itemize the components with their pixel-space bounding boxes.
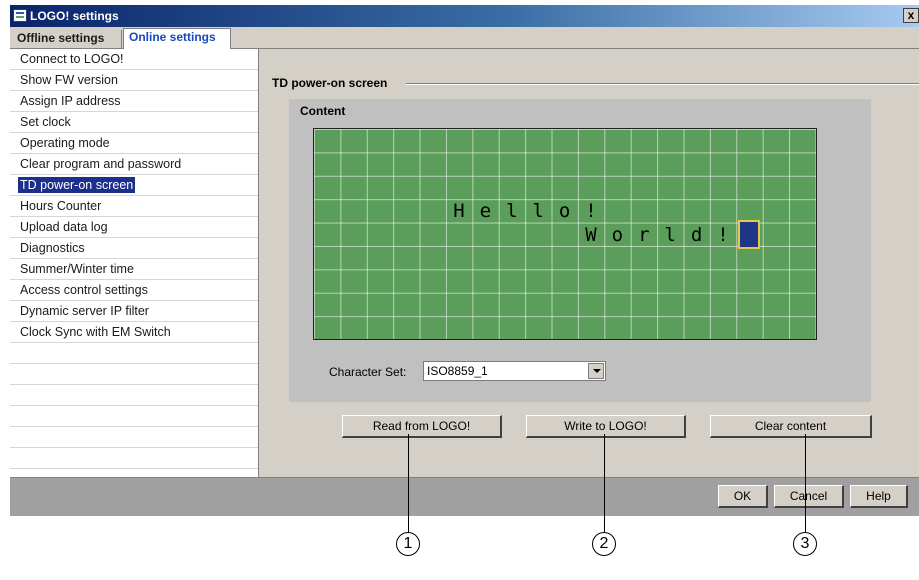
sidebar-item-fw-version[interactable]: Show FW version bbox=[10, 70, 258, 91]
tab-online-settings[interactable]: Online settings bbox=[123, 28, 231, 49]
sidebar-item-label: Hours Counter bbox=[20, 199, 102, 213]
cancel-button[interactable]: Cancel bbox=[774, 485, 844, 508]
display-char: d bbox=[690, 223, 703, 246]
window-title: LOGO! settings bbox=[30, 9, 119, 23]
display-char: l bbox=[664, 223, 676, 246]
sidebar-item-set-clock[interactable]: Set clock bbox=[10, 112, 258, 133]
sidebar-item-clock-sync[interactable]: Clock Sync with EM Switch bbox=[10, 322, 258, 343]
main-panel: TD power-on screen Content He l l o! Wo r l d! … bbox=[260, 49, 919, 477]
sidebar-item-hours-counter[interactable]: Hours Counter bbox=[10, 196, 258, 217]
charset-label: Character Set: bbox=[329, 365, 407, 379]
display-char: o bbox=[558, 200, 571, 223]
sidebar-item-label: TD power-on screen bbox=[18, 177, 136, 193]
chevron-down-icon[interactable] bbox=[588, 363, 604, 379]
sidebar-item-upload-data-log[interactable]: Upload data log bbox=[10, 217, 258, 238]
sidebar-item-label: Access control settings bbox=[20, 283, 148, 297]
sidebar-item-summer-winter-time[interactable]: Summer/Winter time bbox=[10, 259, 258, 280]
sidebar-item-dynamic-ip-filter[interactable]: Dynamic server IP filter bbox=[10, 301, 258, 322]
sidebar-item-access-control[interactable]: Access control settings bbox=[10, 280, 258, 301]
content-title: Content bbox=[300, 104, 346, 118]
sidebar-item-label: Clock Sync with EM Switch bbox=[20, 325, 171, 339]
callout-line-1 bbox=[408, 434, 409, 534]
sidebar-item-label: Assign IP address bbox=[20, 94, 121, 108]
display-char: o bbox=[611, 223, 624, 246]
sidebar-item-td-power-on-screen[interactable]: TD power-on screen bbox=[10, 175, 258, 196]
sidebar-item-connect[interactable]: Connect to LOGO! bbox=[10, 49, 258, 70]
tab-offline-settings[interactable]: Offline settings bbox=[12, 30, 122, 48]
sidebar-item-label: Connect to LOGO! bbox=[20, 52, 124, 66]
charset-value: ISO8859_1 bbox=[427, 364, 488, 378]
help-button[interactable]: Help bbox=[850, 485, 908, 508]
callout-2: 2 bbox=[592, 532, 616, 556]
display-char: ! bbox=[585, 200, 597, 223]
logo-app-icon bbox=[13, 9, 27, 22]
title-bar[interactable]: LOGO! settings x bbox=[10, 5, 919, 27]
sidebar-item-label: Dynamic server IP filter bbox=[20, 304, 149, 318]
read-from-logo-button[interactable]: Read from LOGO! bbox=[342, 415, 502, 438]
dialog-button-bar: OK Cancel Help bbox=[10, 477, 919, 516]
sidebar-empty-row bbox=[10, 343, 258, 364]
clear-content-button[interactable]: Clear content bbox=[710, 415, 872, 438]
display-char: H bbox=[453, 200, 465, 223]
sidebar-item-operating-mode[interactable]: Operating mode bbox=[10, 133, 258, 154]
sidebar-item-ip-address[interactable]: Assign IP address bbox=[10, 91, 258, 112]
sidebar-empty-row bbox=[10, 385, 258, 406]
callout-line-2 bbox=[604, 434, 605, 534]
sidebar-item-label: Show FW version bbox=[20, 73, 118, 87]
sidebar-item-label: Operating mode bbox=[20, 136, 110, 150]
sidebar: Connect to LOGO! Show FW version Assign … bbox=[10, 49, 259, 477]
sidebar-empty-row bbox=[10, 427, 258, 448]
sidebar-empty-row bbox=[10, 364, 258, 385]
display-char: l bbox=[506, 200, 518, 223]
td-display-editor[interactable]: He l l o! Wo r l d! bbox=[313, 128, 817, 340]
display-char: e bbox=[479, 200, 492, 223]
display-char: ! bbox=[717, 223, 729, 246]
sidebar-item-label: Set clock bbox=[20, 115, 71, 129]
sidebar-empty-row bbox=[10, 448, 258, 469]
section-divider bbox=[406, 83, 919, 85]
write-to-logo-button[interactable]: Write to LOGO! bbox=[526, 415, 686, 438]
text-cursor bbox=[738, 219, 761, 249]
callout-3: 3 bbox=[793, 532, 817, 556]
close-button[interactable]: x bbox=[903, 8, 919, 23]
display-char: W bbox=[585, 223, 597, 246]
sidebar-item-clear-program[interactable]: Clear program and password bbox=[10, 154, 258, 175]
callout-1: 1 bbox=[396, 532, 420, 556]
ok-button[interactable]: OK bbox=[718, 485, 768, 508]
tab-bar: Offline settings Online settings bbox=[10, 27, 919, 49]
logo-settings-window: LOGO! settings x Offline settings Online… bbox=[10, 5, 919, 516]
sidebar-item-label: Upload data log bbox=[20, 220, 108, 234]
sidebar-item-label: Summer/Winter time bbox=[20, 262, 134, 276]
section-title: TD power-on screen bbox=[272, 76, 388, 90]
display-char: l bbox=[532, 200, 544, 223]
charset-select[interactable]: ISO8859_1 bbox=[423, 361, 606, 381]
sidebar-item-label: Clear program and password bbox=[20, 157, 182, 171]
sidebar-empty-row bbox=[10, 406, 258, 427]
callout-line-3 bbox=[805, 434, 806, 534]
display-char: r bbox=[638, 223, 650, 246]
sidebar-item-diagnostics[interactable]: Diagnostics bbox=[10, 238, 258, 259]
content-group: Content He l l o! Wo r l d! Character Set: ISO8… bbox=[289, 99, 871, 402]
sidebar-item-label: Diagnostics bbox=[20, 241, 85, 255]
